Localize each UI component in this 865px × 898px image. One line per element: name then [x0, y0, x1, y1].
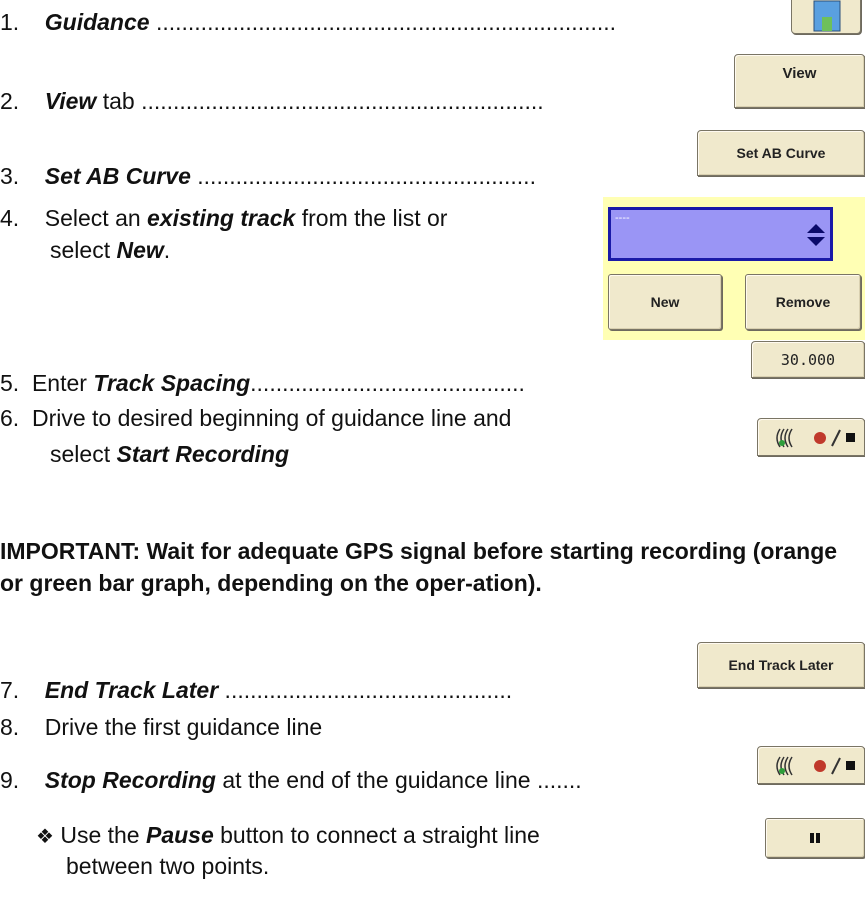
step-emphasis: Track Spacing [93, 370, 251, 396]
step-emphasis: Guidance [44, 9, 150, 35]
step-number: 9. [0, 767, 20, 793]
step-text: Enter [31, 370, 94, 396]
step-4-line-2: select New. [50, 236, 170, 264]
step-number: 7. [0, 677, 20, 703]
record-stop-icon [776, 428, 855, 448]
step-5: 5. Enter Track Spacing..................… [0, 369, 525, 397]
start-recording-button[interactable] [757, 418, 865, 456]
leader-dots: ........................................… [250, 370, 525, 396]
step-emphasis: End Track Later [44, 677, 219, 703]
step-number: 3. [0, 163, 20, 189]
step-text: . [163, 237, 171, 263]
record-stop-icon [776, 756, 855, 776]
step-emphasis: New [116, 237, 164, 263]
note-text: button to connect a straight line [213, 822, 540, 848]
leader-dots: ........................................… [134, 88, 544, 114]
step-number: 2. [0, 88, 20, 114]
step-text: Drive to desired beginning of guidance l… [31, 405, 512, 431]
step-4: 4. Select an existing track from the lis… [0, 204, 447, 232]
pause-note-line-2: between two points. [66, 852, 269, 880]
step-9: 9. Stop Recording at the end of the guid… [0, 766, 582, 794]
leader-dots: ........................................… [149, 9, 617, 35]
step-number: 4. [0, 205, 20, 231]
step-number: 5. [0, 370, 20, 396]
track-select[interactable]: ---- [608, 207, 833, 261]
pause-note: ❖ Use the Pause button to connect a stra… [36, 821, 540, 850]
step-8: 8. Drive the first guidance line [0, 713, 322, 741]
step-6-line-2: select Start Recording [50, 440, 289, 468]
step-6: 6. Drive to desired beginning of guidanc… [0, 404, 511, 432]
note-text: Use the [60, 822, 146, 848]
step-emphasis: Start Recording [116, 441, 290, 467]
step-number: 8. [0, 714, 20, 740]
diamond-bullet-icon: ❖ [36, 824, 54, 848]
step-emphasis: existing track [147, 205, 296, 231]
step-text: Select an [38, 205, 148, 231]
step-text: at the end of the guidance line [215, 767, 531, 793]
step-text: from the list or [295, 205, 448, 231]
step-2: 2. View tab ............................… [0, 87, 544, 115]
note-emphasis: Pause [145, 822, 214, 848]
leader-dots: ........................................… [190, 163, 536, 189]
note-text: between two points. [66, 853, 270, 879]
track-select-value: ---- [615, 212, 630, 224]
important-note: IMPORTANT: Wait for adequate GPS signal … [0, 538, 838, 596]
pause-button[interactable] [765, 818, 865, 858]
track-selection-panel: ---- New Remove [603, 197, 865, 340]
step-emphasis: View [44, 88, 97, 114]
step-text: Drive the first guidance line [38, 714, 323, 740]
stop-recording-button[interactable] [757, 746, 865, 784]
step-text: select [50, 441, 117, 467]
step-emphasis: Set AB Curve [44, 163, 191, 189]
set-ab-curve-button[interactable]: Set AB Curve [697, 130, 865, 176]
view-tab[interactable]: View [734, 54, 865, 108]
end-track-later-button[interactable]: End Track Later [697, 642, 865, 688]
step-3: 3. Set AB Curve ........................… [0, 162, 536, 190]
step-number: 6. [0, 405, 20, 431]
step-7: 7. End Track Later .....................… [0, 676, 512, 704]
pause-icon [810, 833, 820, 843]
step-text: select [50, 237, 117, 263]
step-emphasis: Stop Recording [44, 767, 216, 793]
leader-dots: ....... [530, 767, 582, 793]
step-text: tab [96, 88, 135, 114]
guidance-icon [813, 0, 841, 32]
guidance-button[interactable] [791, 0, 861, 34]
step-1: 1. Guidance ............................… [0, 8, 616, 36]
up-down-arrows-icon [807, 224, 825, 246]
remove-button[interactable]: Remove [745, 274, 861, 330]
track-spacing-input[interactable]: 30.000 [751, 341, 865, 378]
new-button[interactable]: New [608, 274, 722, 330]
step-number: 1. [0, 9, 20, 35]
leader-dots: ........................................… [218, 677, 513, 703]
